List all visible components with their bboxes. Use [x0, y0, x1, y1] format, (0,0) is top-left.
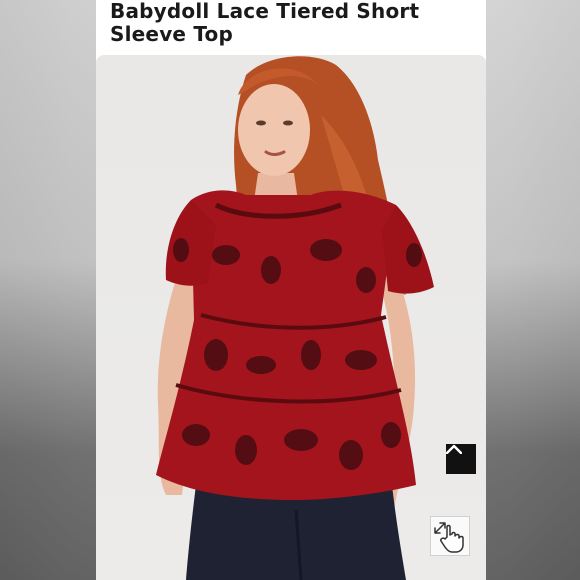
- hand-pointer-expand-icon: [434, 522, 464, 553]
- model-illustration: [156, 56, 434, 580]
- zoom-gesture-button[interactable]: [430, 516, 470, 556]
- product-card: Babydoll Lace Tiered Short Sleeve Top: [96, 0, 486, 580]
- scroll-to-top-button[interactable]: [446, 444, 476, 474]
- right-blurred-backdrop: [486, 0, 580, 580]
- product-title: Babydoll Lace Tiered Short Sleeve Top: [110, 0, 420, 46]
- left-blurred-backdrop: [0, 0, 96, 580]
- product-photo[interactable]: [96, 55, 486, 580]
- chevron-up-icon: [446, 444, 462, 454]
